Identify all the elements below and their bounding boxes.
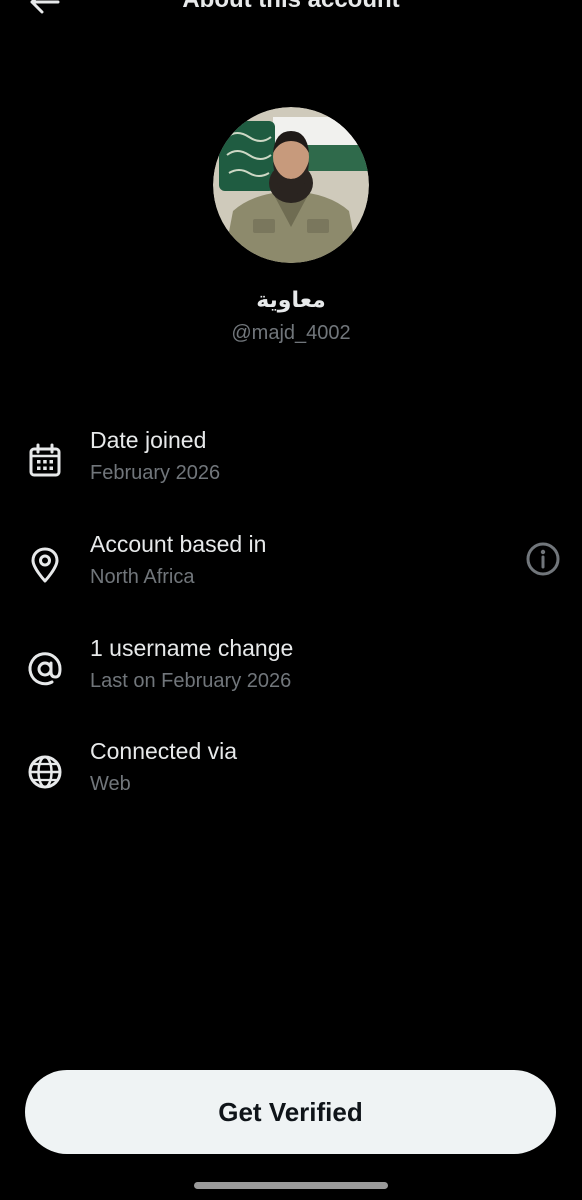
detail-value: February 2026 [90, 462, 221, 484]
detail-row-username-change: 1 username change Last on February 2026 [0, 632, 582, 712]
display-name: معاوية [256, 288, 326, 313]
detail-row-connected-via: Connected via Web [0, 735, 582, 815]
detail-label: Date joined [90, 427, 207, 453]
username-handle: @majd_4002 [231, 322, 351, 344]
detail-value: Last on February 2026 [90, 670, 292, 692]
info-icon [526, 542, 560, 576]
globe-icon [26, 753, 64, 791]
detail-value: Web [90, 773, 131, 795]
avatar[interactable] [213, 107, 369, 263]
detail-row-date-joined: Date joined February 2026 [0, 424, 582, 504]
page-title: About this account [0, 0, 582, 20]
home-indicator[interactable] [194, 1182, 388, 1189]
profile-photo [213, 107, 369, 263]
detail-value: North Africa [90, 566, 195, 588]
detail-row-account-based-in: Account based in North Africa [0, 528, 582, 608]
calendar-icon [26, 442, 64, 480]
detail-label: Connected via [90, 738, 238, 764]
location-pin-icon [26, 546, 64, 584]
detail-label: 1 username change [90, 635, 294, 661]
at-sign-icon [26, 650, 64, 688]
get-verified-button[interactable]: Get Verified [25, 1070, 556, 1154]
detail-label: Account based in [90, 531, 267, 557]
header-bar: About this account [0, 0, 582, 20]
info-button[interactable] [524, 540, 562, 578]
